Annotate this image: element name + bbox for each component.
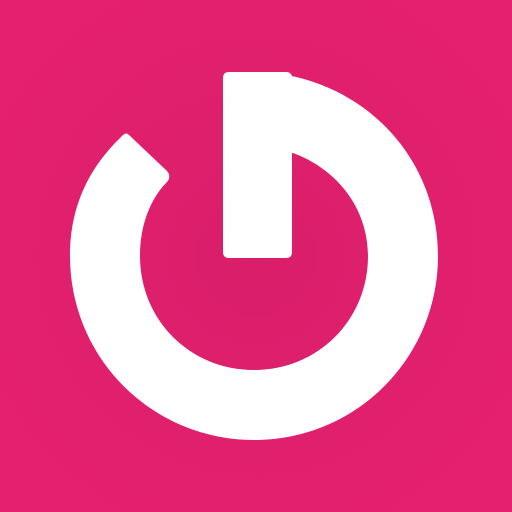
power-bar bbox=[223, 72, 292, 258]
app-icon bbox=[0, 0, 512, 512]
app-icon-svg bbox=[0, 0, 512, 512]
